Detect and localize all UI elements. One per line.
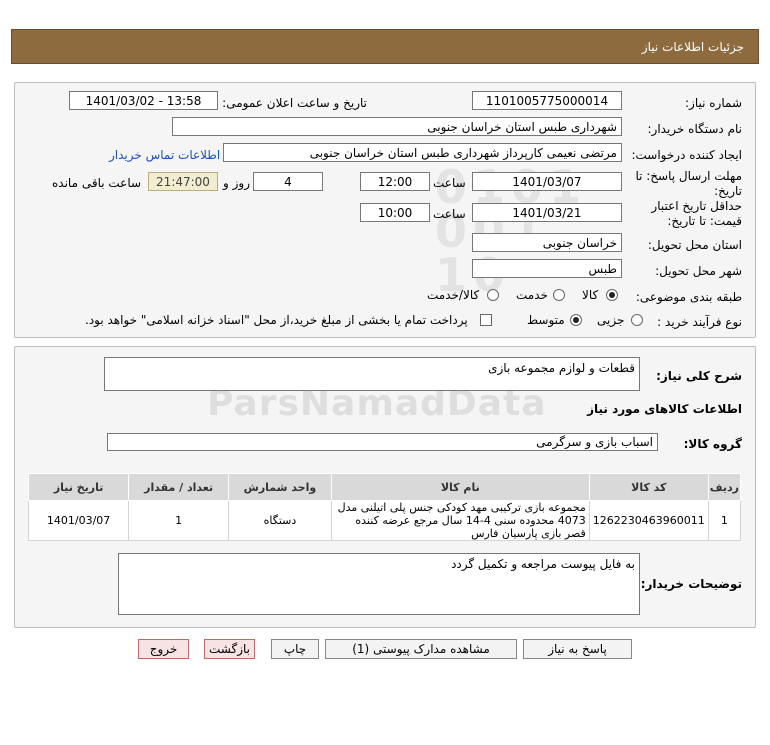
reply-button[interactable]: پاسخ به نیاز: [523, 639, 632, 659]
summary-label: شرح کلی نیاز:: [656, 369, 742, 383]
validity-date-field: 1401/03/21: [472, 203, 622, 222]
deadline-time-label: ساعت: [433, 176, 466, 190]
category-label: طبقه بندی موضوعی:: [635, 290, 742, 304]
city-field: طبس: [472, 259, 622, 278]
announce-field: 1401/03/02 - 13:58: [69, 91, 218, 110]
city-label: شهر محل تحویل:: [655, 264, 742, 278]
validity-label: حداقل تاریخ اعتبار: [651, 199, 742, 213]
category-option-goods: کالا: [582, 288, 599, 302]
col-date: تاریخ نیاز: [27, 473, 130, 501]
col-code: کد کالا: [588, 473, 709, 501]
page-title: جزئیات اطلاعات نیاز: [641, 40, 744, 54]
validity-time-label: ساعت: [433, 207, 466, 221]
creator-label: ایجاد کننده درخواست:: [631, 148, 742, 162]
category-radio-goods-service[interactable]: [487, 289, 499, 301]
payment-note: پرداخت تمام یا بخشی از مبلغ خرید،از محل …: [85, 313, 468, 327]
goods-info-title: اطلاعات کالاهای مورد نیاز: [587, 402, 742, 416]
process-option-medium: متوسط: [527, 313, 565, 327]
announce-label: تاریخ و ساعت اعلان عمومی:: [222, 96, 367, 110]
process-radio-minor[interactable]: [631, 314, 643, 326]
days-label: روز و: [223, 176, 250, 190]
summary-field: قطعات و لوازم مجموعه بازی: [104, 357, 640, 391]
page-header: جزئیات اطلاعات نیاز: [11, 29, 759, 64]
cell-name: مجموعه بازی ترکیبی مهد کودکی جنس پلی اتی…: [330, 500, 590, 541]
buyer-org-label: نام دستگاه خریدار:: [647, 122, 743, 136]
table-row: 1 1262230463960011 مجموعه بازی ترکیبی مه…: [27, 500, 742, 541]
deadline-label-2: تاریخ:: [714, 184, 742, 198]
category-option-goods-service: کالا/خدمت: [427, 288, 480, 302]
back-button[interactable]: بازگشت: [204, 639, 255, 659]
validity-time-field: 10:00: [360, 203, 430, 222]
table-header-row: ردیف کد کالا نام کالا واحد شمارش تعداد /…: [27, 473, 742, 501]
province-field: خراسان جنوبی: [472, 233, 622, 252]
process-label: نوع فرآیند خرید :: [657, 315, 742, 329]
remaining-label: ساعت باقی مانده: [52, 176, 142, 190]
cell-row: 1: [707, 500, 742, 541]
print-button[interactable]: چاپ: [271, 639, 319, 659]
cell-qty: 1: [128, 500, 230, 541]
exit-button[interactable]: خروج: [138, 639, 189, 659]
validity-label-2: قیمت: تا تاریخ:: [667, 214, 742, 228]
deadline-label: مهلت ارسال پاسخ: تا: [635, 169, 742, 183]
goods-table: ردیف کد کالا نام کالا واحد شمارش تعداد /…: [27, 473, 742, 541]
process-radio-medium[interactable]: [570, 314, 582, 326]
goods-group-label: گروه کالا:: [683, 437, 742, 451]
buyer-contact-link[interactable]: اطلاعات تماس خریدار: [109, 148, 220, 162]
col-qty: تعداد / مقدار: [128, 473, 230, 501]
process-option-minor: جزیی: [597, 313, 625, 327]
remaining-time-field: 21:47:00: [148, 172, 218, 191]
province-label: استان محل تحویل:: [647, 238, 742, 252]
need-number-label: شماره نیاز:: [685, 96, 742, 110]
category-radio-service[interactable]: [553, 289, 565, 301]
deadline-date-field: 1401/03/07: [472, 172, 622, 191]
buyer-notes-label: توضیحات خریدار:: [640, 577, 742, 591]
cell-code: 1262230463960011: [588, 500, 709, 541]
buyer-org-field: شهرداری طبس استان خراسان جنوبی: [172, 117, 622, 136]
cell-date: 1401/03/07: [27, 500, 130, 541]
col-row: ردیف: [707, 473, 742, 501]
days-field: 4: [253, 172, 323, 191]
creator-field: مرتضی نعیمی کارپرداز شهرداری طبس استان خ…: [223, 143, 622, 162]
need-number-field: 1101005775000014: [472, 91, 622, 110]
cell-unit: دستگاه: [228, 500, 332, 541]
col-unit: واحد شمارش: [228, 473, 332, 501]
goods-group-field: اسباب بازی و سرگرمی: [107, 433, 658, 451]
view-docs-button[interactable]: مشاهده مدارک پیوستی (1): [325, 639, 517, 659]
treasury-checkbox[interactable]: [480, 314, 492, 326]
category-option-service: خدمت: [516, 288, 548, 302]
col-name: نام کالا: [330, 473, 590, 501]
buyer-notes-field: به فایل پیوست مراجعه و تکمیل گردد: [118, 553, 640, 615]
deadline-time-field: 12:00: [360, 172, 430, 191]
category-radio-goods[interactable]: [606, 289, 618, 301]
